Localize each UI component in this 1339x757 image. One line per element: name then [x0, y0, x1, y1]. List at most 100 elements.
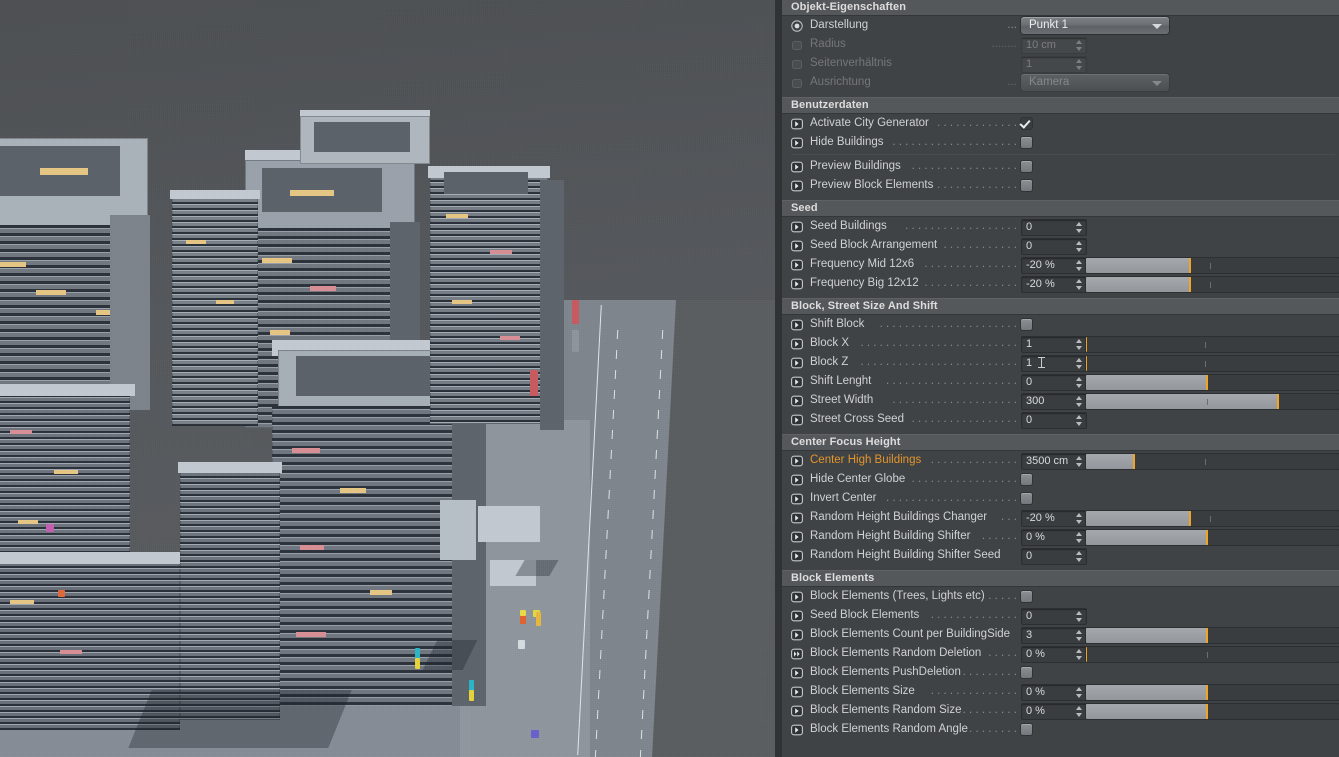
track-icon[interactable] [791, 58, 803, 70]
spinner-arrows[interactable] [1076, 259, 1083, 272]
number-field[interactable]: 1 [1021, 336, 1087, 353]
number-field[interactable]: 10 cm [1021, 37, 1087, 54]
keyframe-icon[interactable] [791, 648, 803, 660]
number-field[interactable]: 0 [1021, 608, 1087, 625]
dropdown[interactable]: Punkt 1 [1021, 17, 1169, 34]
section-header[interactable]: Seed [782, 200, 1339, 217]
checkbox-checked[interactable] [1021, 118, 1032, 129]
number-field[interactable]: 1 [1021, 355, 1087, 372]
animate-icon[interactable] [791, 118, 803, 130]
animate-icon[interactable] [791, 357, 803, 369]
animate-icon[interactable] [791, 221, 803, 233]
animate-icon[interactable] [791, 550, 803, 562]
animate-icon[interactable] [791, 591, 803, 603]
animate-icon[interactable] [791, 629, 803, 641]
number-field[interactable]: 3 [1021, 627, 1087, 644]
slider-handle[interactable] [1206, 628, 1209, 643]
animate-icon[interactable] [791, 667, 803, 679]
section-header[interactable]: Benutzerdaten [782, 97, 1339, 114]
animate-icon[interactable] [791, 180, 803, 192]
slider-handle[interactable] [1188, 258, 1191, 273]
slider[interactable] [1085, 276, 1339, 293]
animate-icon[interactable] [791, 137, 803, 149]
animate-icon[interactable] [791, 474, 803, 486]
slider[interactable] [1085, 257, 1339, 274]
number-field[interactable]: 1 [1021, 56, 1087, 73]
number-field[interactable]: 0 [1021, 548, 1087, 565]
spinner-arrows[interactable] [1076, 338, 1083, 351]
slider[interactable] [1085, 684, 1339, 701]
spinner-arrows[interactable] [1076, 39, 1083, 52]
number-field[interactable]: -20 % [1021, 276, 1087, 293]
animate-icon[interactable] [791, 493, 803, 505]
checkbox-unchecked[interactable] [1021, 180, 1032, 191]
number-field[interactable]: 0 % [1021, 646, 1087, 663]
animate-icon[interactable] [791, 278, 803, 290]
spinner-arrows[interactable] [1076, 550, 1083, 563]
spinner-arrows[interactable] [1076, 278, 1083, 291]
animate-icon[interactable] [791, 338, 803, 350]
spinner-arrows[interactable] [1076, 455, 1083, 468]
number-field[interactable]: 0 [1021, 374, 1087, 391]
number-field[interactable]: 3500 cm [1021, 453, 1087, 470]
animate-icon[interactable] [791, 414, 803, 426]
slider[interactable] [1085, 453, 1339, 470]
section-header[interactable]: Center Focus Height [782, 434, 1339, 451]
slider-handle[interactable] [1206, 685, 1209, 700]
animate-icon[interactable] [791, 395, 803, 407]
radio-icon[interactable] [791, 20, 803, 32]
number-field[interactable]: 300 [1021, 393, 1087, 410]
spinner-arrows[interactable] [1076, 648, 1083, 661]
track-icon[interactable] [791, 39, 803, 51]
slider[interactable] [1085, 627, 1339, 644]
spinner-arrows[interactable] [1076, 531, 1083, 544]
animate-icon[interactable] [791, 610, 803, 622]
slider-handle[interactable] [1188, 511, 1191, 526]
dropdown[interactable]: Kamera [1021, 74, 1169, 91]
slider-handle[interactable] [1206, 530, 1209, 545]
spinner-arrows[interactable] [1076, 414, 1083, 427]
checkbox-unchecked[interactable] [1021, 161, 1032, 172]
animate-icon[interactable] [791, 240, 803, 252]
spinner-arrows[interactable] [1076, 610, 1083, 623]
spinner-arrows[interactable] [1076, 221, 1083, 234]
animate-icon[interactable] [791, 259, 803, 271]
checkbox-unchecked[interactable] [1021, 319, 1032, 330]
checkbox-unchecked[interactable] [1021, 493, 1032, 504]
slider[interactable] [1085, 336, 1339, 353]
spinner-arrows[interactable] [1076, 357, 1083, 370]
checkbox-unchecked[interactable] [1021, 137, 1032, 148]
slider-handle[interactable] [1086, 337, 1087, 352]
section-header[interactable]: Objekt-Eigenschaften [782, 0, 1339, 16]
slider[interactable] [1085, 646, 1339, 663]
number-field[interactable]: 0 % [1021, 684, 1087, 701]
spinner-arrows[interactable] [1076, 58, 1083, 71]
number-field[interactable]: 0 [1021, 238, 1087, 255]
animate-icon[interactable] [791, 724, 803, 736]
slider[interactable] [1085, 393, 1339, 410]
spinner-arrows[interactable] [1076, 395, 1083, 408]
number-field[interactable]: 0 % [1021, 529, 1087, 546]
animate-icon[interactable] [791, 319, 803, 331]
slider[interactable] [1085, 703, 1339, 720]
animate-icon[interactable] [791, 161, 803, 173]
section-header[interactable]: Block, Street Size And Shift [782, 298, 1339, 315]
number-field[interactable]: 0 % [1021, 703, 1087, 720]
number-field[interactable]: -20 % [1021, 510, 1087, 527]
slider-handle[interactable] [1086, 647, 1087, 662]
animate-icon[interactable] [791, 531, 803, 543]
slider[interactable] [1085, 510, 1339, 527]
animate-icon[interactable] [791, 455, 803, 467]
slider-handle[interactable] [1133, 454, 1136, 469]
number-field[interactable]: 0 [1021, 412, 1087, 429]
spinner-arrows[interactable] [1076, 705, 1083, 718]
spinner-arrows[interactable] [1076, 629, 1083, 642]
spinner-arrows[interactable] [1076, 512, 1083, 525]
3d-viewport[interactable] [0, 0, 775, 757]
slider[interactable] [1085, 374, 1339, 391]
number-field[interactable]: 0 [1021, 219, 1087, 236]
slider-handle[interactable] [1206, 375, 1209, 390]
animate-icon[interactable] [791, 686, 803, 698]
slider[interactable] [1085, 529, 1339, 546]
checkbox-unchecked[interactable] [1021, 474, 1032, 485]
